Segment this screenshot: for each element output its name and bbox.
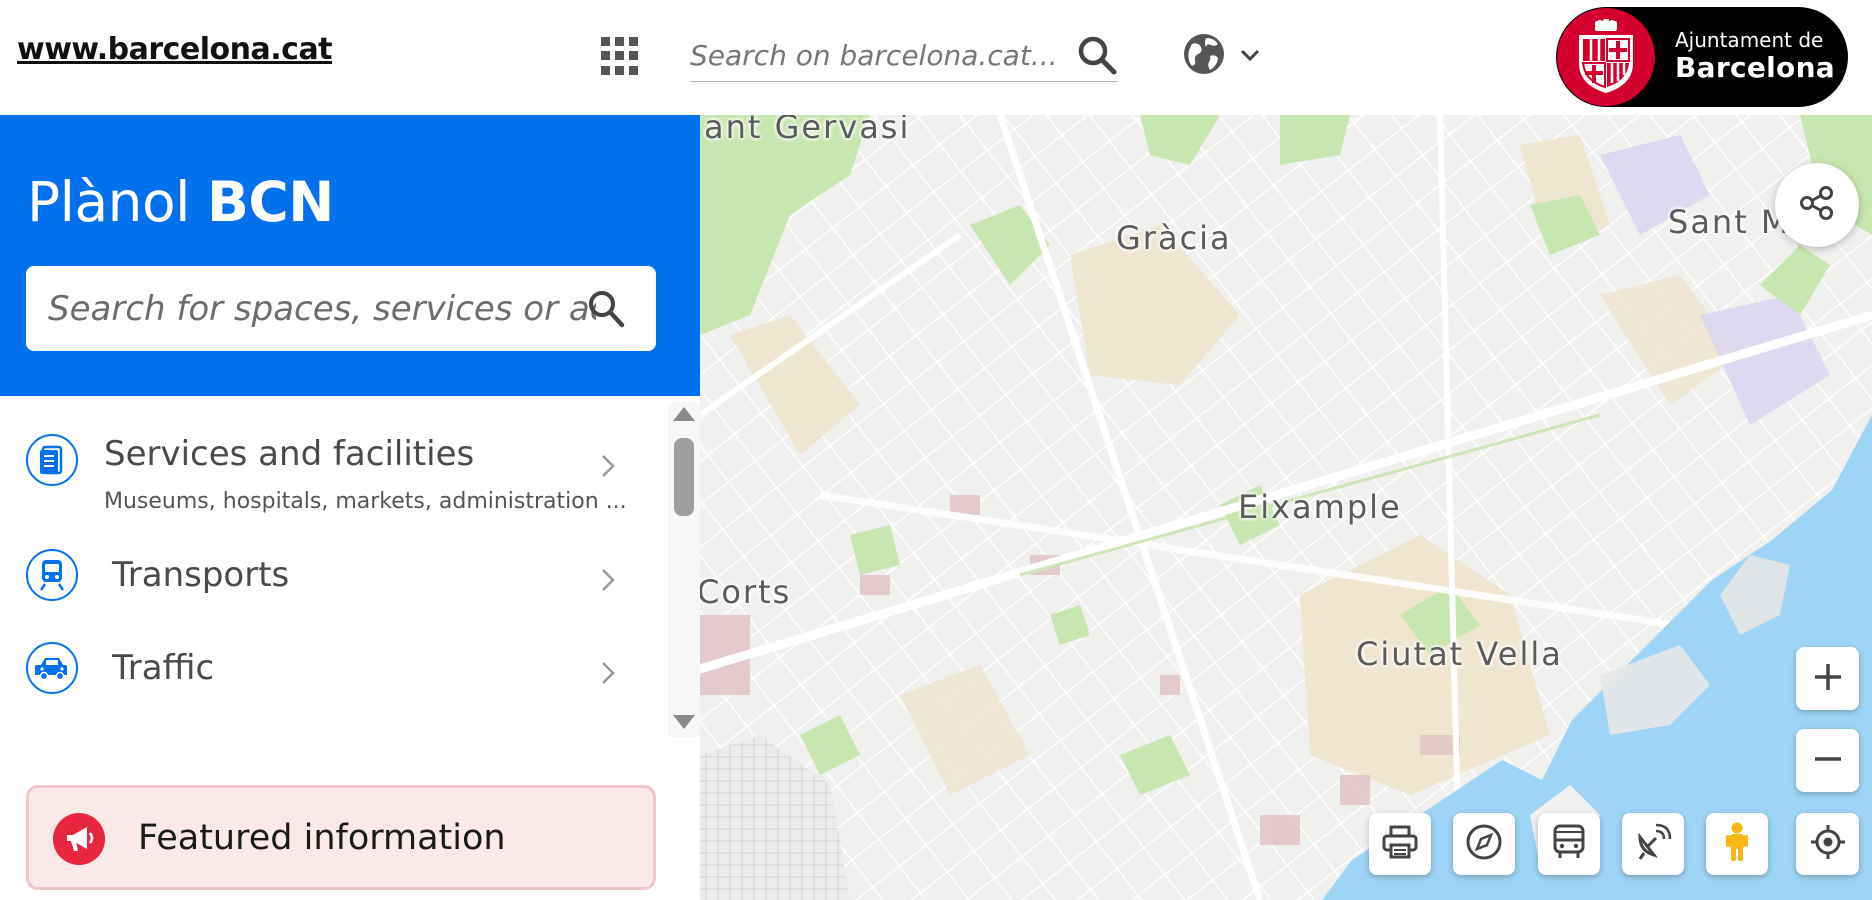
site-home-link[interactable]: www.barcelona.cat (17, 32, 333, 67)
plus-icon (1811, 660, 1845, 698)
menu-item-transports[interactable]: Transports (0, 521, 640, 611)
city-seal-icon (1557, 8, 1655, 106)
map-label-eixample: Eixample (1238, 488, 1402, 526)
street-view-button[interactable] (1706, 813, 1768, 875)
app-title: Plànol BCN (27, 170, 334, 234)
menu-label-traffic: Traffic (112, 648, 215, 688)
featured-information-label: Featured information (138, 818, 506, 858)
scroll-down-arrow-icon[interactable] (673, 715, 695, 729)
logo-line-2: Barcelona (1675, 51, 1835, 85)
logo-text: Ajuntament de Barcelona (1675, 29, 1835, 84)
map-label-corts: Corts (700, 573, 792, 611)
compass-icon (1465, 823, 1503, 865)
minus-icon (1811, 742, 1845, 780)
category-menu: Services and facilities Museums, hospita… (0, 396, 700, 736)
public-transport-button[interactable] (1538, 813, 1600, 875)
scroll-up-arrow-icon[interactable] (673, 407, 695, 421)
bus-icon (1551, 823, 1587, 865)
megaphone-icon (53, 813, 105, 865)
sidebar-header: Plànol BCN (0, 115, 700, 396)
site-header: www.barcelona.cat Search on barcelona.ca… (0, 0, 1872, 115)
ajuntament-logo[interactable]: Ajuntament de Barcelona (1556, 7, 1848, 107)
menu-item-services[interactable]: Services and facilities Museums, hospita… (0, 396, 640, 516)
menu-subtitle-services: Museums, hospitals, markets, administrat… (104, 489, 627, 514)
train-icon (26, 549, 78, 601)
satellite-dish-icon (1634, 823, 1672, 865)
app-title-bold: BCN (206, 170, 334, 234)
my-location-button[interactable] (1796, 813, 1859, 875)
print-button[interactable] (1369, 813, 1431, 875)
scrollbar-thumb[interactable] (674, 438, 694, 516)
map-label-sant-gervasi: ant Gervasi (704, 115, 911, 146)
crosshair-icon (1809, 823, 1847, 865)
zoom-out-button[interactable] (1796, 729, 1859, 792)
map-search-box (26, 266, 656, 351)
logo-line-1: Ajuntament de (1675, 28, 1824, 53)
document-icon (26, 434, 78, 486)
featured-information-button[interactable]: Featured information (26, 785, 656, 890)
car-icon (26, 642, 78, 694)
site-search-box (690, 30, 1118, 82)
map-label-sant-marti: Sant M (1668, 203, 1791, 241)
compass-button[interactable] (1453, 813, 1515, 875)
menu-label-services: Services and facilities (104, 434, 475, 474)
menu-scrollbar[interactable] (668, 402, 700, 737)
printer-icon (1381, 824, 1419, 864)
search-icon[interactable] (586, 288, 628, 330)
map-label-ciutat-vella: Ciutat Vella (1356, 635, 1563, 673)
site-search-input[interactable] (690, 30, 1060, 80)
chevron-right-icon (598, 658, 618, 688)
menu-label-transports: Transports (112, 555, 290, 595)
city-map[interactable]: ant Gervasi Gràcia Sant M Eixample Corts… (700, 115, 1872, 900)
map-label-gracia: Gràcia (1116, 219, 1232, 257)
share-icon (1798, 184, 1836, 226)
search-icon[interactable] (1076, 34, 1118, 76)
language-selector[interactable] (1182, 33, 1266, 79)
chevron-right-icon (598, 451, 618, 481)
sidebar-panel: Plànol BCN Services and facilities Museu… (0, 115, 700, 900)
apps-grid-icon[interactable] (600, 36, 640, 76)
globe-icon (1182, 32, 1226, 80)
chevron-right-icon (598, 565, 618, 595)
map-search-input[interactable] (48, 266, 596, 351)
pegman-icon (1722, 821, 1752, 867)
app-title-light: Plànol (27, 170, 190, 234)
share-button[interactable] (1775, 163, 1859, 247)
chevron-down-icon (1240, 47, 1260, 66)
measure-tool-button[interactable] (1622, 813, 1684, 875)
zoom-in-button[interactable] (1796, 647, 1859, 710)
menu-item-traffic[interactable]: Traffic (0, 614, 640, 704)
